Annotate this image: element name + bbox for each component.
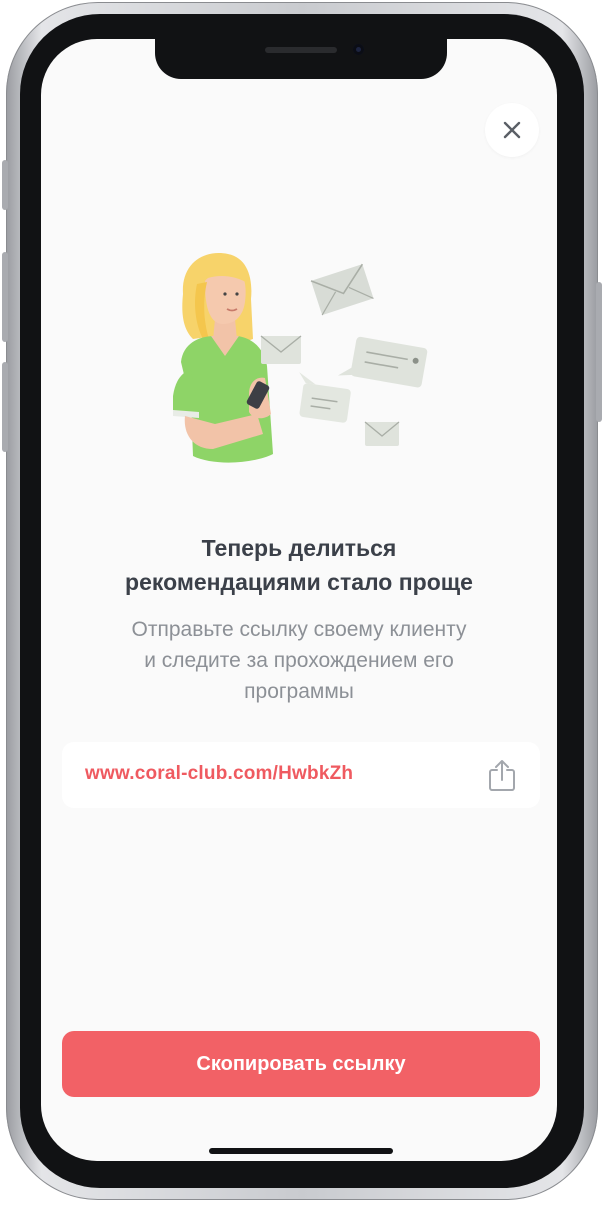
- mute-switch: [2, 160, 8, 210]
- notch: [155, 39, 447, 79]
- subtitle-line-1: Отправьте ссылку своему клиенту: [131, 618, 467, 641]
- share-button[interactable]: [484, 756, 520, 794]
- close-icon: [503, 121, 521, 139]
- copy-link-button[interactable]: Скопировать ссылку: [62, 1031, 540, 1097]
- referral-link[interactable]: www.coral-club.com/HwbkZh: [85, 763, 353, 785]
- page-subtitle: Отправьте ссылку своему клиенту и следит…: [71, 614, 527, 707]
- subtitle-line-3: программы: [244, 680, 354, 703]
- referral-link-card: www.coral-club.com/HwbkZh: [62, 742, 540, 808]
- woman-sharing-messages-illustration: [173, 253, 428, 463]
- title-line-2: рекомендациями стало проще: [125, 569, 473, 595]
- share-icon: [489, 760, 515, 791]
- subtitle-line-2: и следите за прохождением его: [144, 649, 454, 672]
- app-screen: Теперь делиться рекомендациями стало про…: [41, 39, 557, 1161]
- front-camera: [353, 44, 364, 55]
- home-indicator[interactable]: [209, 1148, 393, 1154]
- close-button[interactable]: [485, 103, 539, 157]
- volume-up-button: [2, 252, 8, 342]
- power-button: [596, 282, 602, 422]
- volume-down-button: [2, 362, 8, 452]
- speaker-grille: [265, 47, 337, 53]
- page-title: Теперь делиться рекомендациями стало про…: [41, 531, 557, 599]
- title-line-1: Теперь делиться: [201, 535, 397, 561]
